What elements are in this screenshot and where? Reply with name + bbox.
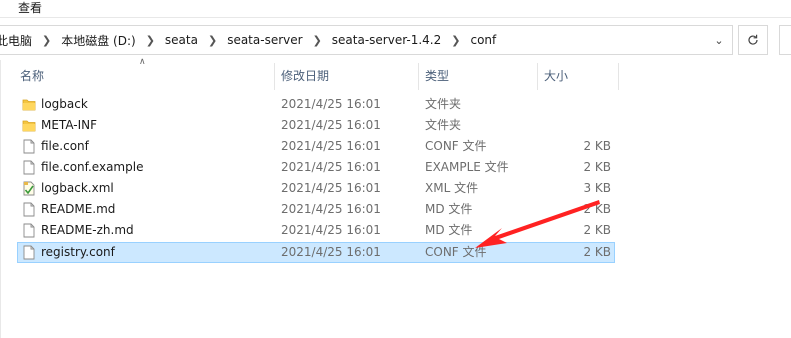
breadcrumb: 此电脑 ❯ 本地磁盘 (D:) ❯ seata ❯ seata-server ❯…	[0, 26, 498, 54]
window-left-border	[0, 60, 1, 338]
breadcrumb-seata[interactable]: seata	[163, 33, 200, 47]
file-row[interactable]: README.md 2021/4/25 16:01 MD 文件 2 KB	[17, 199, 615, 220]
column-divider[interactable]	[618, 63, 619, 90]
chevron-right-icon[interactable]: ❯	[200, 34, 225, 47]
column-header-size[interactable]: 大小	[538, 63, 568, 90]
breadcrumb-conf[interactable]: conf	[468, 33, 498, 47]
file-modified: 2021/4/25 16:01	[281, 97, 381, 111]
file-modified: 2021/4/25 16:01	[281, 181, 381, 195]
file-size	[557, 115, 611, 136]
search-box[interactable]	[779, 25, 791, 55]
file-type: 文件夹	[425, 118, 462, 132]
chevron-down-icon[interactable]: ⌄	[710, 31, 728, 49]
file-row[interactable]: logback.xml 2021/4/25 16:01 XML 文件 3 KB	[17, 178, 615, 199]
view-menu-tab[interactable]: 查看	[18, 0, 42, 16]
breadcrumb-seata-server[interactable]: seata-server	[225, 33, 304, 47]
file-type: CONF 文件	[425, 139, 487, 153]
chevron-right-icon[interactable]: ❯	[443, 34, 468, 47]
document-icon	[23, 202, 35, 217]
file-modified: 2021/4/25 16:01	[281, 202, 381, 216]
column-header-modified[interactable]: 修改日期	[275, 63, 329, 90]
document-icon	[23, 160, 35, 175]
ribbon: 查看	[0, 0, 791, 18]
document-icon	[23, 139, 35, 154]
folder-icon	[22, 99, 36, 111]
file-modified: 2021/4/25 16:01	[281, 245, 381, 259]
file-row[interactable]: file.conf 2021/4/25 16:01 CONF 文件 2 KB	[17, 136, 615, 157]
sort-ascending-icon: ∧	[139, 57, 146, 67]
file-modified: 2021/4/25 16:01	[281, 223, 381, 237]
file-modified: 2021/4/25 16:01	[281, 160, 381, 174]
file-name: logback.xml	[41, 181, 114, 195]
file-type: CONF 文件	[425, 245, 487, 259]
breadcrumb-seata-server-142[interactable]: seata-server-1.4.2	[330, 33, 443, 47]
file-size: 2 KB	[583, 139, 611, 153]
column-headers: ∧ 名称 修改日期 类型 大小	[0, 57, 791, 90]
file-name: file.conf	[41, 139, 89, 153]
file-type: XML 文件	[425, 181, 479, 195]
file-row[interactable]: logback 2021/4/25 16:01 文件夹	[17, 94, 615, 115]
file-name: logback	[41, 97, 88, 111]
folder-icon	[22, 120, 36, 132]
column-header-type[interactable]: 类型	[419, 63, 449, 90]
file-type: MD 文件	[425, 223, 473, 237]
document-icon	[23, 223, 35, 238]
file-size: 2 KB	[583, 245, 611, 259]
file-size: 2 KB	[583, 202, 611, 216]
xml-file-icon	[23, 181, 35, 196]
document-icon	[23, 245, 35, 260]
file-name: README.md	[41, 202, 116, 216]
file-size: 2 KB	[583, 160, 611, 174]
file-modified: 2021/4/25 16:01	[281, 139, 381, 153]
address-bar[interactable]: 此电脑 ❯ 本地磁盘 (D:) ❯ seata ❯ seata-server ❯…	[0, 25, 733, 55]
file-row-selected[interactable]: registry.conf 2021/4/25 16:01 CONF 文件 2 …	[17, 242, 615, 263]
file-row[interactable]: META-INF 2021/4/25 16:01 文件夹	[17, 115, 615, 136]
chevron-right-icon[interactable]: ❯	[34, 34, 59, 47]
file-modified: 2021/4/25 16:01	[281, 118, 381, 132]
file-row[interactable]: file.conf.example 2021/4/25 16:01 EXAMPL…	[17, 157, 615, 178]
refresh-button[interactable]	[738, 25, 768, 55]
chevron-right-icon[interactable]: ❯	[138, 34, 163, 47]
file-type: EXAMPLE 文件	[425, 160, 509, 174]
file-size: 3 KB	[583, 181, 611, 195]
file-name: file.conf.example	[41, 160, 144, 174]
breadcrumb-this-pc[interactable]: 此电脑	[0, 32, 34, 49]
file-size	[557, 94, 611, 115]
file-name: README-zh.md	[41, 223, 134, 237]
file-type: MD 文件	[425, 202, 473, 216]
file-type: 文件夹	[425, 97, 462, 111]
column-header-name[interactable]: 名称	[14, 63, 44, 90]
file-name: META-INF	[41, 118, 98, 132]
file-row[interactable]: README-zh.md 2021/4/25 16:01 MD 文件 2 KB	[17, 220, 615, 241]
chevron-right-icon[interactable]: ❯	[305, 34, 330, 47]
breadcrumb-local-disk-d[interactable]: 本地磁盘 (D:)	[59, 32, 137, 49]
refresh-icon	[748, 34, 758, 45]
file-name: registry.conf	[41, 245, 115, 259]
file-size: 2 KB	[583, 223, 611, 237]
